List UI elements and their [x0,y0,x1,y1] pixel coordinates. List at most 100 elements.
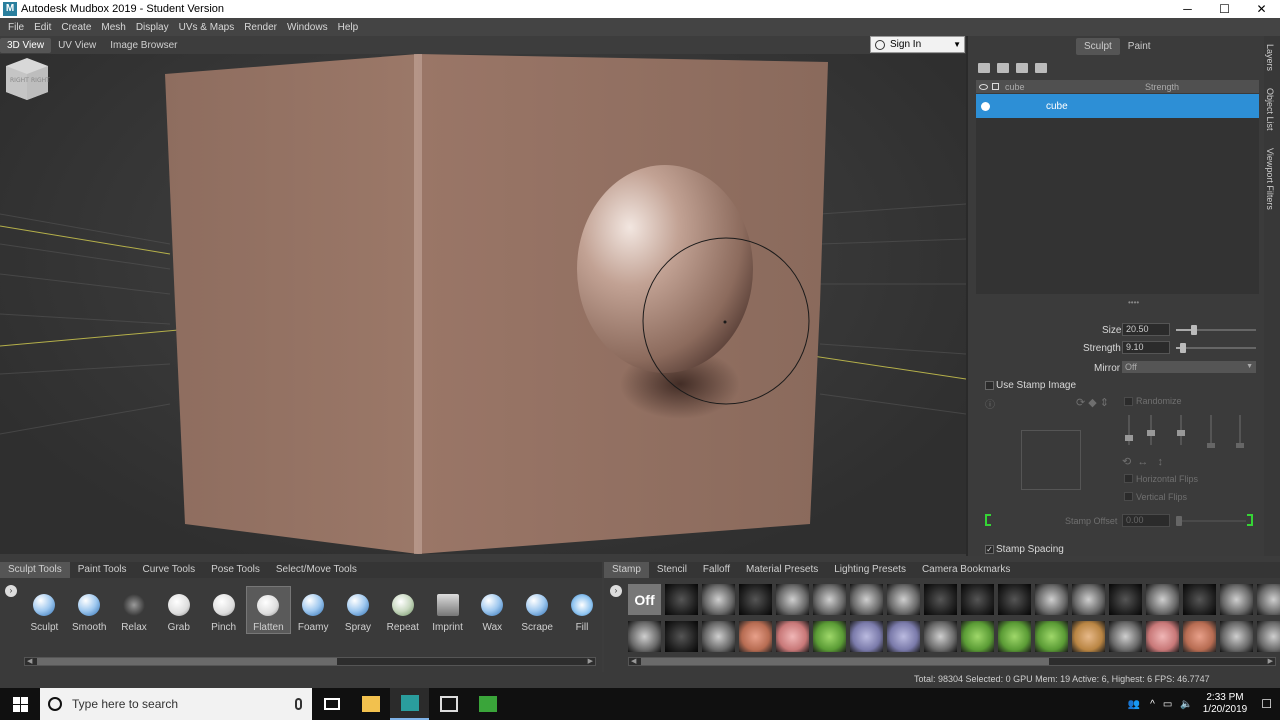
stamp-item[interactable] [813,621,846,652]
visibility-icon[interactable] [979,83,988,90]
tab-image-browser[interactable]: Image Browser [103,38,184,53]
size-slider-handle[interactable] [1190,325,1197,335]
network-icon[interactable]: ▭ [1163,699,1172,710]
layer-visibility-dot[interactable] [981,101,990,111]
menu-render[interactable]: Render [244,22,277,33]
stamp-item[interactable] [887,584,920,615]
stamp-item[interactable] [998,621,1031,652]
stamp-item[interactable] [1109,621,1142,652]
folder-icon[interactable] [997,63,1009,73]
strength-field[interactable]: 9.10 [1122,341,1170,354]
stamp-item[interactable] [739,621,772,652]
side-tab-layers[interactable]: Layers [1265,44,1275,71]
side-tab-viewport-filters[interactable]: Viewport Filters [1265,148,1275,210]
tool-imprint[interactable]: Imprint [425,586,470,634]
use-stamp-checkbox[interactable] [985,381,994,390]
tab-lighting-presets[interactable]: Lighting Presets [826,562,914,578]
stamp-item[interactable] [739,584,772,615]
tool-relax[interactable]: Relax [112,586,157,634]
stamp-item[interactable] [1146,621,1179,652]
side-tab-object-list[interactable]: Object List [1265,88,1275,131]
strength-slider[interactable] [1176,343,1256,353]
scroll-left-icon[interactable]: ◀ [631,657,636,665]
tab-falloff[interactable]: Falloff [695,562,738,578]
tab-stencil[interactable]: Stencil [649,562,695,578]
tool-sculpt[interactable]: Sculpt [22,586,67,634]
tab-sculpt-tools[interactable]: Sculpt Tools [0,562,70,578]
mirror-select[interactable]: Off ▼ [1122,361,1256,373]
tool-fill[interactable]: Fill [560,586,605,634]
tool-wax[interactable]: Wax [470,586,515,634]
stamp-item[interactable] [776,584,809,615]
stamp-item[interactable] [961,621,994,652]
stamp-item[interactable] [998,584,1031,615]
vertical-flips-checkbox[interactable] [1124,492,1133,501]
menu-create[interactable]: Create [61,22,91,33]
tab-curve-tools[interactable]: Curve Tools [135,562,204,578]
stamp-item[interactable] [702,621,735,652]
stamp-offset-field[interactable]: 0.00 [1122,514,1170,527]
stamp-item[interactable] [1109,584,1142,615]
layer-row-cube[interactable]: cube [976,94,1259,118]
stamp-item[interactable] [1220,584,1253,615]
tab-pose-tools[interactable]: Pose Tools [203,562,268,578]
stamp-item[interactable] [628,621,661,652]
tool-scrape[interactable]: Scrape [515,586,560,634]
scroll-left-icon[interactable]: ◀ [27,657,32,665]
stamp-item[interactable] [813,584,846,615]
stamp-item[interactable] [1257,621,1280,652]
tab-uv-view[interactable]: UV View [51,38,103,53]
tab-sculpt[interactable]: Sculpt [1076,38,1120,55]
stamp-item[interactable] [665,584,698,615]
stamp-item[interactable] [1220,621,1253,652]
stamps-scroll-thumb[interactable] [641,658,1049,665]
tools-scroll-thumb[interactable] [37,658,337,665]
strength-slider-handle[interactable] [1180,343,1187,353]
file-explorer-button[interactable] [351,688,390,720]
maximize-button[interactable]: ☐ [1206,0,1243,18]
tool-smooth[interactable]: Smooth [67,586,112,634]
tool-repeat[interactable]: Repeat [380,586,425,634]
tab-3d-view[interactable]: 3D View [0,37,52,53]
stamp-item[interactable] [924,621,957,652]
stamp-item[interactable] [961,584,994,615]
tab-stamp[interactable]: Stamp [604,562,649,578]
stamp-item[interactable] [1035,621,1068,652]
tab-paint[interactable]: Paint [1120,38,1159,55]
viewcube[interactable]: RIGHT RIGHT [0,54,54,100]
menu-windows[interactable]: Windows [287,22,328,33]
notifications-icon[interactable]: ☐ [1261,697,1272,711]
volume-icon[interactable]: 🔈 [1180,699,1192,710]
stamp-item[interactable] [1146,584,1179,615]
stamps-scrollbar[interactable]: ◀ ▶ [628,657,1276,666]
close-button[interactable]: ✕ [1243,0,1280,18]
menu-uvs-maps[interactable]: UVs & Maps [179,22,235,33]
scroll-right-icon[interactable]: ▶ [588,657,593,665]
size-field[interactable]: 20.50 [1122,323,1170,336]
stamp-item[interactable] [850,584,883,615]
start-button[interactable] [0,688,40,720]
chevron-up-icon[interactable]: ^ [1150,699,1155,710]
tools-scrollbar[interactable]: ◀ ▶ [24,657,596,666]
stamp-item[interactable] [1035,584,1068,615]
menu-edit[interactable]: Edit [34,22,51,33]
minimize-button[interactable]: ─ [1169,0,1206,18]
tool-flatten[interactable]: Flatten [245,586,291,634]
tab-select-move-tools[interactable]: Select/Move Tools [268,562,365,578]
stamp-item[interactable] [702,584,735,615]
tab-camera-bookmarks[interactable]: Camera Bookmarks [914,562,1018,578]
scroll-right-icon[interactable]: ▶ [1268,657,1273,665]
tool-grab[interactable]: Grab [156,586,201,634]
app-c-button[interactable] [429,688,468,720]
lock-icon[interactable] [992,83,999,90]
app-c-green-button[interactable] [468,688,507,720]
people-icon[interactable]: 👥 [1128,699,1140,710]
stamps-expand-button[interactable]: › [610,585,622,597]
clock[interactable]: 2:33 PM 1/20/2019 [1203,692,1248,716]
menu-mesh[interactable]: Mesh [101,22,125,33]
merge-layer-icon[interactable] [1035,63,1047,73]
menu-file[interactable]: File [8,22,24,33]
stamp-spacing-checkbox[interactable]: ✓ [985,545,994,554]
3d-viewport[interactable]: RIGHT RIGHT [0,54,966,554]
menu-help[interactable]: Help [338,22,359,33]
